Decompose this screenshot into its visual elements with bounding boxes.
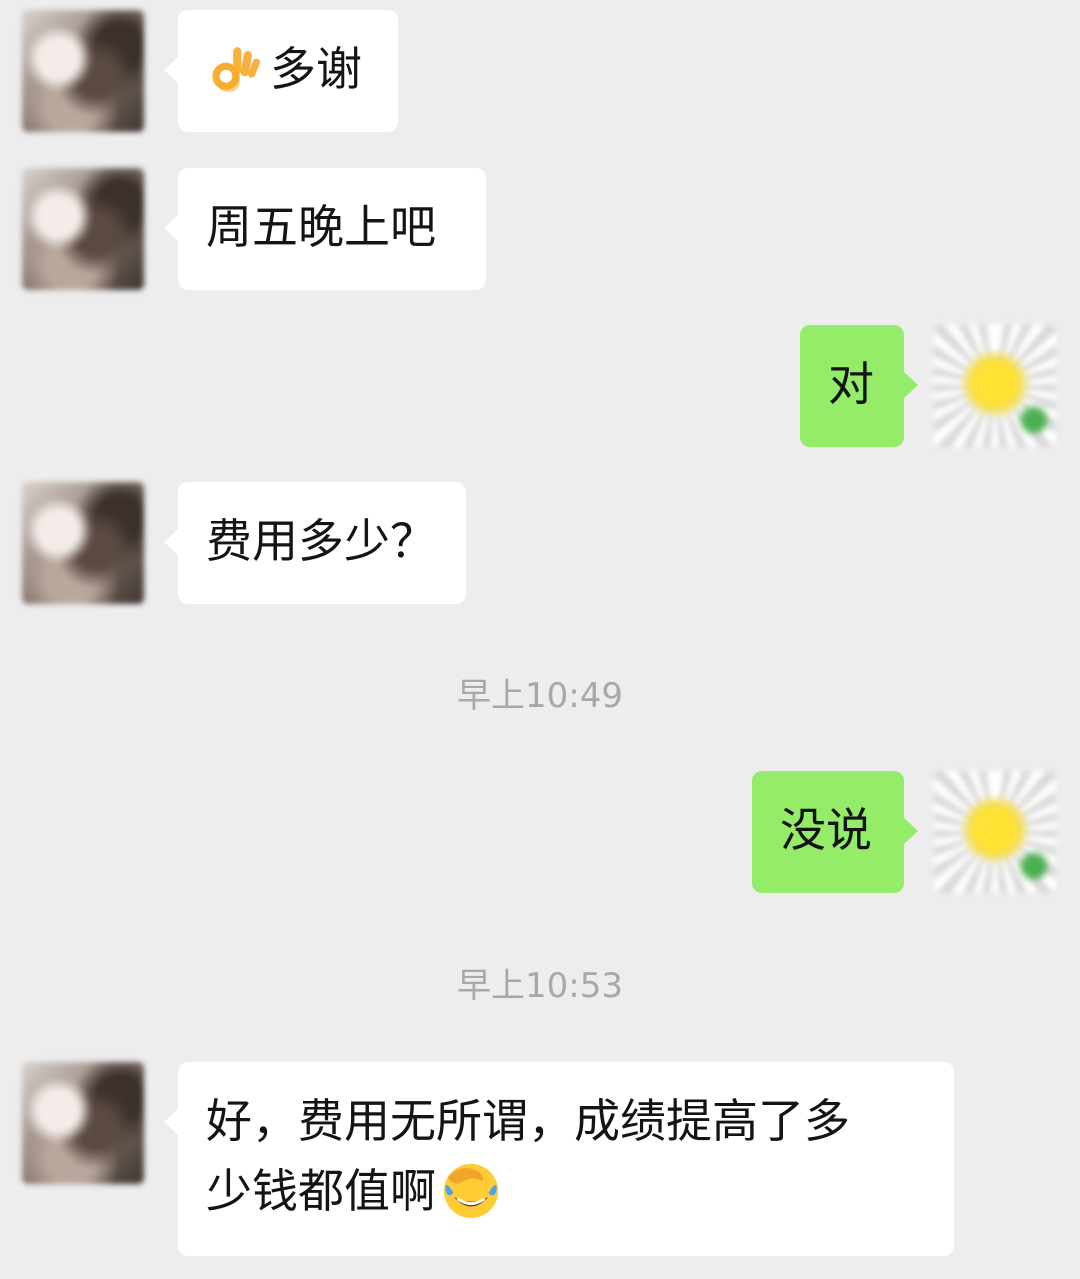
- timestamp: 早上10:49: [457, 676, 623, 716]
- message-text: 没说: [780, 803, 872, 857]
- message-text-line-wrap: 少钱都值啊: [206, 1156, 926, 1226]
- message-text: 费用多少？: [206, 514, 436, 568]
- message-bubble[interactable]: 周五晚上吧: [164, 168, 486, 290]
- contact-avatar[interactable]: [22, 168, 144, 290]
- message-text: 对: [828, 357, 874, 411]
- message-text-line: 好，费用无所谓，成绩提高了多: [206, 1094, 850, 1148]
- facepalm-laughing-icon: [440, 1160, 502, 1222]
- message-bubble[interactable]: 好，费用无所谓，成绩提高了多 少钱都值啊: [164, 1062, 954, 1256]
- message-bubble[interactable]: 费用多少？: [164, 482, 466, 604]
- timestamp: 早上10:53: [457, 966, 623, 1006]
- contact-avatar[interactable]: [22, 10, 144, 132]
- message-bubble[interactable]: 多谢: [164, 10, 398, 132]
- message-bubble[interactable]: 没说: [752, 771, 918, 893]
- chat-window: 多谢 周五晚上吧 对 费用多少？ 早上10:49 没说 早上10:53 好，费用…: [0, 0, 1080, 1279]
- contact-avatar[interactable]: [22, 1062, 144, 1184]
- message-text: 多谢: [270, 42, 362, 96]
- message-text-line: 少钱都值啊: [206, 1164, 436, 1218]
- message-bubble[interactable]: 对: [800, 325, 918, 447]
- message-text: 周五晚上吧: [206, 200, 436, 254]
- user-avatar[interactable]: [934, 771, 1056, 893]
- user-avatar[interactable]: [934, 325, 1056, 447]
- contact-avatar[interactable]: [22, 482, 144, 604]
- ok-hand-icon: [206, 40, 264, 98]
